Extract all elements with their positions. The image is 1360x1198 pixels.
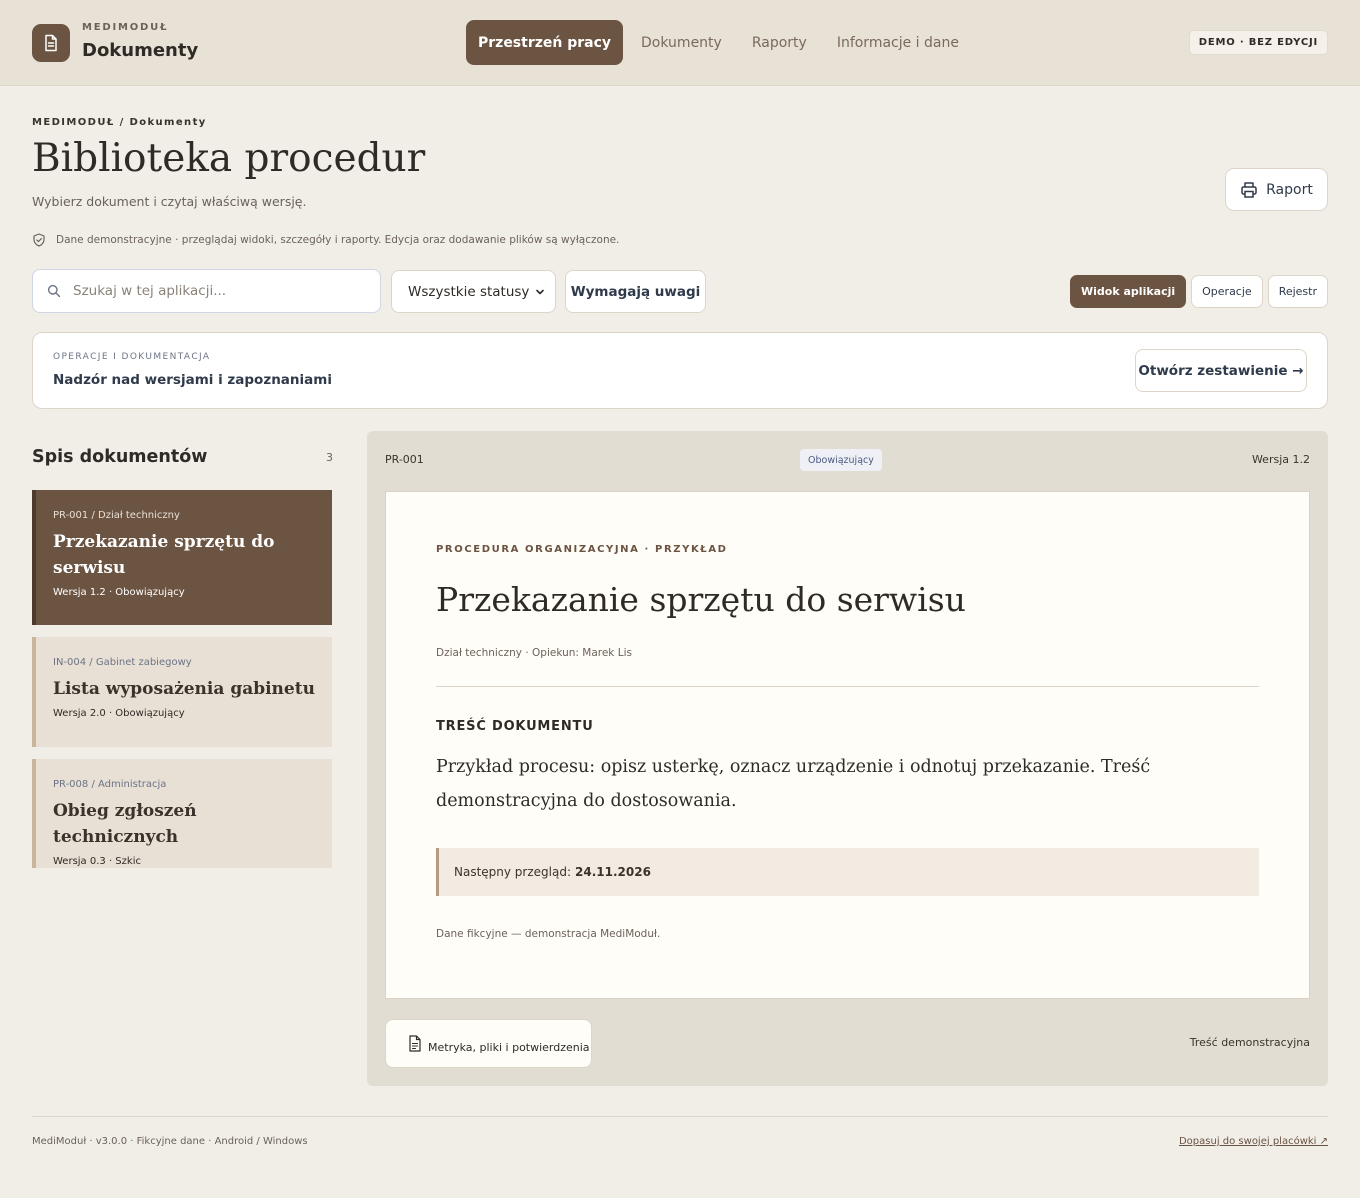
status-badge: Obowiązujący [800, 449, 882, 471]
nav-item-documents[interactable]: Dokumenty [629, 20, 734, 65]
operations-title: Nadzór nad wersjami i zapoznaniami [53, 372, 332, 388]
top-bar: MEDIMODUŁ Dokumenty Przestrzeń pracy Dok… [0, 0, 1360, 86]
status-select-value: Wszystkie statusy [408, 283, 530, 300]
brand-label: MEDIMODUŁ [82, 22, 169, 33]
breadcrumb: MEDIMODUŁ / Dokumenty [32, 117, 207, 128]
chevron-down-icon [536, 289, 544, 294]
document-meta: Wersja 2.0 · Obowiązujący [53, 708, 185, 719]
page-subtitle: Wybierz dokument i czytaj właściwą wersj… [32, 194, 307, 209]
document-count: 3 [326, 451, 333, 464]
document-paper: PROCEDURA ORGANIZACYJNA · PRZYKŁAD Przek… [385, 491, 1310, 999]
document-code: PR-001 / Dział techniczny [53, 510, 180, 521]
next-review-date: 24.11.2026 [575, 865, 651, 879]
document-list-heading: Spis dokumentów [32, 447, 208, 467]
next-review-label: Następny przegląd: [454, 865, 572, 879]
document-heading: Przekazanie sprzętu do serwisu [436, 580, 966, 619]
search-input[interactable]: Szukaj w tej aplikacji... [32, 269, 381, 313]
document-item-pr-001[interactable]: PR-001 / Dział techniczny Przekazanie sp… [32, 490, 332, 625]
document-kicker: PROCEDURA ORGANIZACYJNA · PRZYKŁAD [436, 544, 728, 555]
report-button[interactable]: Raport [1225, 168, 1328, 211]
operations-card: OPERACJE I DOKUMENTACJA Nadzór nad wersj… [32, 332, 1328, 409]
app-title: Dokumenty [82, 40, 199, 61]
document-item-pr-008[interactable]: PR-008 / Administracja Obieg zgłoszeń te… [32, 759, 332, 868]
demo-notice: Dane demonstracyjne · przeglądaj widoki,… [32, 233, 619, 247]
document-icon [45, 34, 57, 52]
view-operations-button[interactable]: Operacje [1191, 275, 1263, 308]
search-placeholder: Szukaj w tej aplikacji... [73, 283, 227, 299]
document-icon [409, 1035, 421, 1052]
divider [436, 686, 1259, 687]
demo-content-note: Treść demonstracyjna [1189, 1036, 1310, 1049]
view-register-button[interactable]: Rejestr [1267, 275, 1328, 308]
document-title: Obieg zgłoszeń technicznych [53, 801, 197, 847]
document-meta: Wersja 1.2 · Obowiązujący [53, 587, 185, 598]
main-nav: Przestrzeń pracy Dokumenty Raporty Infor… [466, 20, 977, 65]
shield-check-icon [33, 233, 45, 247]
status-select[interactable]: Wszystkie statusy [391, 270, 556, 313]
viewer-version: Wersja 1.2 [1251, 453, 1310, 466]
footer-info: MediModuł · v3.0.0 · Fikcyjne dane · And… [32, 1136, 308, 1147]
document-code: PR-008 / Administracja [53, 779, 167, 790]
needs-attention-button[interactable]: Wymagają uwagi [565, 270, 706, 313]
document-footnote: Dane fikcyjne — demonstracja MediModuł. [436, 928, 661, 940]
metadata-files-button[interactable]: Metryka, pliki i potwierdzenia [385, 1019, 592, 1068]
demo-notice-text: Dane demonstracyjne · przeglądaj widoki,… [56, 234, 620, 246]
app-logo [32, 24, 70, 62]
search-icon [47, 284, 61, 298]
document-meta: Wersja 0.3 · Szkic [53, 856, 141, 867]
report-button-label: Raport [1266, 181, 1313, 198]
view-switch: Widok aplikacji Operacje Rejestr [1070, 275, 1328, 308]
section-heading: TREŚĆ DOKUMENTU [436, 719, 594, 734]
document-item-in-004[interactable]: IN-004 / Gabinet zabiegowy Lista wyposaż… [32, 637, 332, 747]
viewer-document-code: PR-001 [385, 453, 424, 466]
document-body: Przykład procesu: opisz usterkę, oznacz … [436, 757, 1151, 811]
page-title: Biblioteka procedur [32, 136, 426, 181]
footer-divider [32, 1116, 1328, 1117]
document-title: Przekazanie sprzętu do serwisu [53, 532, 275, 578]
document-code: IN-004 / Gabinet zabiegowy [53, 657, 192, 668]
document-viewer: PR-001 Obowiązujący Wersja 1.2 PROCEDURA… [367, 431, 1328, 1086]
open-summary-button[interactable]: Otwórz zestawienie → [1135, 349, 1307, 392]
demo-badge: DEMO · BEZ EDYCJI [1188, 30, 1328, 55]
nav-item-reports[interactable]: Raporty [740, 20, 819, 65]
metadata-files-label: Metryka, pliki i potwierdzenia [428, 1041, 590, 1054]
operations-kicker: OPERACJE I DOKUMENTACJA [53, 352, 211, 362]
nav-item-info[interactable]: Informacje i dane [825, 20, 971, 65]
view-app-button[interactable]: Widok aplikacji [1070, 275, 1187, 308]
next-review-box: Następny przegląd: 24.11.2026 [436, 848, 1259, 896]
document-title: Lista wyposażenia gabinetu [53, 679, 315, 699]
customize-link[interactable]: Dopasuj do swojej placówki ↗ [1179, 1136, 1328, 1147]
nav-item-workspace[interactable]: Przestrzeń pracy [466, 20, 624, 65]
printer-icon [1241, 181, 1257, 198]
document-owner-meta: Dział techniczny · Opiekun: Marek Lis [436, 647, 632, 659]
